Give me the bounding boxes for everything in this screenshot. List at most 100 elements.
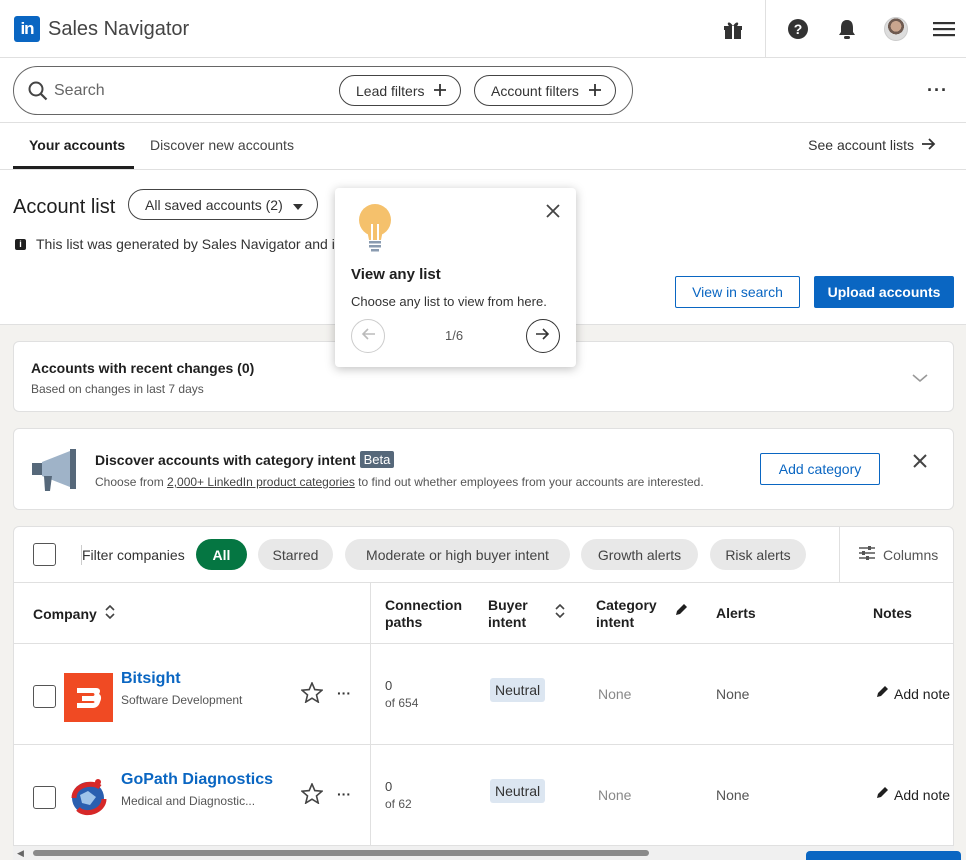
column-connection-paths-line1: Connection <box>385 597 462 613</box>
see-account-lists-link[interactable]: See account lists <box>808 137 936 153</box>
column-buyer-intent-line2: intent <box>488 614 527 630</box>
column-buyer-intent[interactable]: Buyer intent <box>488 597 528 631</box>
linkedin-logo[interactable]: in <box>14 16 40 42</box>
list-info-text: This list was generated by Sales Navigat… <box>36 236 343 252</box>
pencil-icon[interactable] <box>674 603 688 622</box>
bell-icon[interactable] <box>835 17 859 41</box>
table-header: Company Connection paths Buyer intent Ca… <box>14 583 953 644</box>
scroll-left-icon[interactable]: ◀ <box>17 848 24 859</box>
saved-accounts-label: All saved accounts (2) <box>145 196 283 213</box>
topbar-divider <box>765 0 766 58</box>
next-button[interactable] <box>526 319 560 353</box>
avatar[interactable] <box>884 17 908 41</box>
account-filters-label: Account filters <box>491 82 579 99</box>
table-row: GoPath Diagnostics Medical and Diagnosti… <box>14 745 953 846</box>
tab-row: Your accounts Discover new accounts See … <box>0 123 966 170</box>
star-icon[interactable] <box>300 781 324 809</box>
bitsight-logo[interactable] <box>64 673 113 722</box>
search-input[interactable] <box>54 79 304 103</box>
upload-accounts-button[interactable]: Upload accounts <box>814 276 954 308</box>
recent-changes-title: Accounts with recent changes (0) <box>31 360 255 376</box>
help-icon[interactable]: ? <box>786 17 810 41</box>
column-company[interactable]: Company <box>33 604 115 623</box>
company-name-link[interactable]: Bitsight <box>121 670 181 688</box>
list-info-line: i This list was generated by Sales Navig… <box>15 236 343 252</box>
search-row: Lead filters Account filters ··· <box>0 58 966 123</box>
pencil-icon <box>875 786 889 803</box>
sort-icon[interactable] <box>555 603 565 623</box>
connection-count: 0 <box>385 779 393 794</box>
row-checkbox[interactable] <box>33 786 56 809</box>
gopath-logo[interactable] <box>64 773 113 822</box>
category-intent-value: None <box>598 686 632 702</box>
arrow-left-icon <box>361 327 375 345</box>
chevron-down-icon[interactable] <box>912 370 928 388</box>
row-checkbox[interactable] <box>33 685 56 708</box>
plus-icon <box>588 83 601 99</box>
svg-text:?: ? <box>794 21 803 37</box>
chip-buyer-intent[interactable]: Moderate or high buyer intent <box>345 539 570 570</box>
chip-starred[interactable]: Starred <box>258 539 333 570</box>
column-alerts: Alerts <box>716 605 756 621</box>
info-icon: i <box>15 238 26 250</box>
add-note-button[interactable]: Add note <box>875 685 950 702</box>
close-icon[interactable] <box>546 204 560 223</box>
accounts-table-card: Filter companies All Starred Moderate or… <box>13 526 954 860</box>
columns-divider <box>839 527 840 583</box>
previous-button[interactable] <box>351 319 385 353</box>
recent-changes-subtitle: Based on changes in last 7 days <box>31 382 204 396</box>
chip-growth-alerts[interactable]: Growth alerts <box>581 539 698 570</box>
filter-companies-label: Filter companies <box>82 547 185 563</box>
popover-body: Choose any list to view from here. <box>351 294 547 309</box>
gift-icon[interactable] <box>721 17 745 41</box>
row-more-options-icon[interactable]: ··· <box>337 685 351 701</box>
sort-icon <box>105 604 115 623</box>
column-buyer-intent-line1: Buyer <box>488 597 528 613</box>
beta-badge: Beta <box>359 451 395 468</box>
chip-all[interactable]: All <box>196 539 247 570</box>
view-in-search-button[interactable]: View in search <box>675 276 800 308</box>
column-notes: Notes <box>873 605 912 621</box>
row-more-options-icon[interactable]: ··· <box>337 786 351 802</box>
tab-your-accounts[interactable]: Your accounts <box>29 137 125 153</box>
onboarding-popover: View any list Choose any list to view fr… <box>335 188 576 367</box>
active-tab-indicator <box>13 166 134 169</box>
column-category-intent: Category intent <box>596 597 657 631</box>
app-title[interactable]: Sales Navigator <box>48 18 189 41</box>
tab-discover-new-accounts[interactable]: Discover new accounts <box>150 137 294 153</box>
column-category-intent-line2: intent <box>596 614 635 630</box>
category-intent-card: Discover accounts with category intent B… <box>13 428 954 510</box>
messaging-bar-edge[interactable] <box>806 851 961 860</box>
more-options-icon[interactable]: ··· <box>927 80 948 101</box>
filter-bar: Filter companies All Starred Moderate or… <box>14 527 953 583</box>
megaphone-icon <box>30 445 80 498</box>
plus-icon <box>434 83 447 99</box>
company-name-link[interactable]: GoPath Diagnostics <box>121 771 273 789</box>
lead-filters-button[interactable]: Lead filters <box>339 75 462 106</box>
connection-total: of 62 <box>385 797 412 811</box>
column-category-intent-line1: Category <box>596 597 657 613</box>
chip-risk-alerts[interactable]: Risk alerts <box>710 539 806 570</box>
table-row: Bitsight Software Development ··· 0 of 6… <box>14 644 953 745</box>
popover-title: View any list <box>351 266 441 283</box>
add-category-button[interactable]: Add category <box>760 453 880 485</box>
popover-step-counter: 1/6 <box>445 328 464 343</box>
top-nav-bar: in Sales Navigator ? <box>0 0 966 58</box>
buyer-intent-badge: Neutral <box>490 779 546 803</box>
product-categories-link[interactable]: 2,000+ LinkedIn product categories <box>167 475 355 489</box>
close-icon[interactable] <box>913 454 927 473</box>
star-icon[interactable] <box>300 680 324 708</box>
add-note-button[interactable]: Add note <box>875 786 950 803</box>
hamburger-menu-icon[interactable] <box>932 17 956 41</box>
lead-filters-label: Lead filters <box>356 82 425 99</box>
scrollbar-thumb[interactable] <box>33 850 649 856</box>
column-company-label: Company <box>33 605 97 622</box>
buyer-intent-badge: Neutral <box>490 678 546 702</box>
account-filters-button[interactable]: Account filters <box>474 75 616 106</box>
columns-button[interactable]: Columns <box>859 546 938 563</box>
select-all-checkbox[interactable] <box>33 543 56 566</box>
saved-accounts-dropdown[interactable]: All saved accounts (2) <box>128 189 318 220</box>
category-sub-prefix: Choose from <box>95 475 168 489</box>
see-account-lists-label: See account lists <box>808 137 914 153</box>
pencil-icon <box>875 685 889 702</box>
